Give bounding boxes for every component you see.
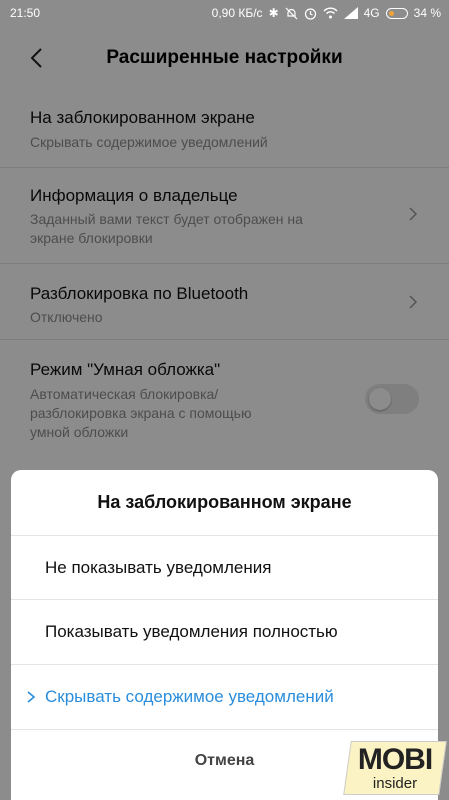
option-hide-content[interactable]: Скрывать содержимое уведомлений xyxy=(11,664,438,728)
status-time: 21:50 xyxy=(10,6,41,20)
watermark-line1: MOBI xyxy=(357,743,433,776)
dialog-title: На заблокированном экране xyxy=(97,492,352,512)
option-label: Скрывать содержимое уведомлений xyxy=(45,687,334,706)
wifi-icon xyxy=(323,7,338,19)
option-label: Не показывать уведомления xyxy=(45,558,272,577)
battery-percent: 34 % xyxy=(413,6,441,20)
watermark-line2: insider xyxy=(372,775,418,792)
chevron-right-icon xyxy=(27,691,36,703)
watermark-logo: MOBI insider xyxy=(343,741,447,795)
alarm-icon xyxy=(304,7,316,20)
status-bar: 21:50 0,90 КБ/с ✱ 4G 34 % xyxy=(0,0,449,26)
option-show-all[interactable]: Показывать уведомления полностью xyxy=(11,599,438,663)
network-type: 4G xyxy=(363,6,380,20)
battery-icon xyxy=(385,7,408,19)
cancel-label: Отмена xyxy=(194,752,255,769)
bluetooth-icon: ✱ xyxy=(268,6,279,20)
option-label: Показывать уведомления полностью xyxy=(45,622,338,641)
battery-fill xyxy=(388,10,394,16)
option-hide-notifications[interactable]: Не показывать уведомления xyxy=(11,535,438,599)
network-speed: 0,90 КБ/с xyxy=(211,6,263,20)
signal-icon xyxy=(343,7,358,19)
mute-icon xyxy=(285,7,298,19)
